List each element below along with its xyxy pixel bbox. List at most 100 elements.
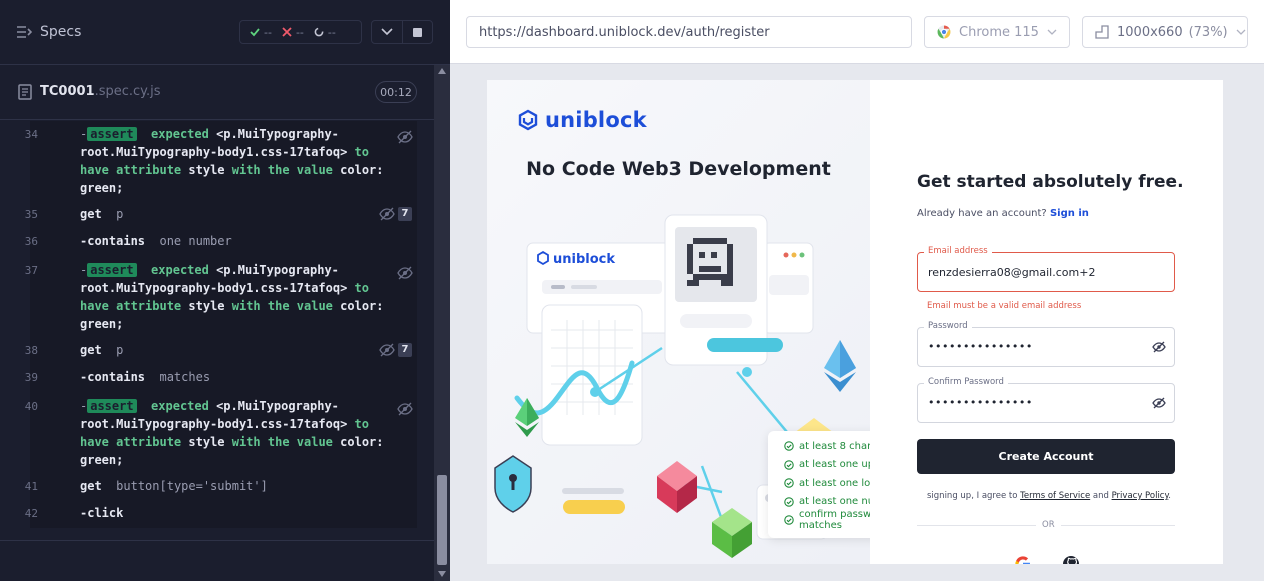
expected-word: expected (151, 127, 209, 141)
spec-file-row[interactable]: TC0001.spec.cy.js 00:12 (0, 66, 434, 120)
check-circle-icon (784, 441, 794, 451)
spec-file-name: TC0001.spec.cy.js (40, 84, 161, 99)
stop-icon (412, 27, 422, 37)
command-text: -contains matches (80, 368, 395, 386)
command-row[interactable]: 35 get p 7 (25, 205, 417, 225)
email-field[interactable]: Email address renzdesierra08@gmail.com+2 (917, 246, 1175, 292)
specs-header: Specs -- -- -- (0, 0, 450, 65)
command-number: 41 (24, 480, 38, 493)
command-row[interactable]: 40 - assert expected <p.MuiTypography-roo… (25, 396, 417, 472)
cypress-runner: Specs -- -- -- TC0001.spec.cy.js 00:12 3… (0, 0, 450, 581)
cross-icon (282, 27, 292, 37)
github-icon[interactable] (1062, 555, 1080, 564)
eye-slash-icon[interactable] (397, 130, 413, 144)
stop-button[interactable] (401, 21, 432, 43)
privacy-policy-link[interactable]: Privacy Policy (1112, 491, 1169, 501)
count-badge: 7 (398, 343, 412, 357)
browser-selector[interactable]: Chrome 115 (924, 16, 1070, 48)
command-number: 40 (24, 400, 38, 413)
command-number: 37 (24, 264, 38, 277)
command-arg: p (116, 207, 124, 221)
email-error: Email must be a valid email address (927, 301, 1082, 311)
command-text: - assert expected <p.MuiTypography-root.M… (80, 397, 395, 469)
assert-tag: assert (87, 399, 137, 413)
command-row[interactable]: 36 -contains one number (25, 232, 417, 252)
chevron-down-icon (1047, 29, 1057, 35)
command-text: get p (80, 341, 395, 359)
uniblock-cube-icon (518, 109, 538, 131)
duration-badge: 00:12 (375, 81, 417, 103)
chrome-icon (937, 25, 951, 39)
eye-slash-icon[interactable] (397, 266, 413, 280)
command-text: -click (80, 504, 395, 522)
url-bar[interactable]: https://dashboard.uniblock.dev/auth/regi… (466, 16, 912, 48)
confirm-password-value[interactable]: ••••••••••••••• (928, 396, 1033, 409)
signin-link[interactable]: Sign in (1050, 208, 1089, 219)
google-icon[interactable] (1014, 555, 1032, 564)
command-row[interactable]: 39 -contains matches (25, 368, 417, 388)
command-row[interactable]: 42 -click (25, 504, 417, 524)
password-label: Password (924, 321, 972, 331)
viewport-selector[interactable]: 1000x660 (73%) (1082, 16, 1248, 48)
hero-panel: uniblock No Code Web3 Development uniblo… (487, 80, 870, 564)
scroll-thumb[interactable] (437, 475, 447, 565)
pending-stat: -- (314, 26, 336, 39)
chevron-down-icon (1236, 29, 1246, 35)
specs-title[interactable]: Specs (40, 24, 81, 40)
create-account-button[interactable]: Create Account (917, 439, 1175, 474)
command-row[interactable]: 37 - assert expected <p.MuiTypography-roo… (25, 260, 417, 336)
eye-slash-icon[interactable] (379, 207, 395, 221)
email-value[interactable]: renzdesierra08@gmail.com+2 (928, 266, 1095, 279)
eye-slash-icon[interactable] (397, 402, 413, 416)
document-icon (18, 84, 32, 100)
command-arg: matches (159, 370, 211, 384)
requirement-text: at least 8 characters (799, 440, 870, 452)
command-text: - assert expected <p.MuiTypography-root.M… (80, 125, 395, 197)
command-log-scrollbar[interactable] (434, 65, 450, 581)
scroll-down-arrow-icon[interactable] (438, 571, 446, 577)
requirement-item: confirm password matches (784, 509, 870, 532)
with-word: with the value (231, 435, 333, 449)
attr-name: style (188, 163, 225, 177)
requirement-text: confirm password matches (799, 509, 870, 532)
password-value[interactable]: ••••••••••••••• (928, 340, 1033, 353)
confirm-password-field[interactable]: Confirm Password ••••••••••••••• (917, 377, 1175, 423)
command-number: 42 (24, 507, 38, 520)
collapse-button[interactable] (372, 21, 402, 43)
command-name: get (80, 343, 102, 357)
command-name: get (80, 479, 102, 493)
attr-name: style (188, 435, 225, 449)
command-row[interactable]: 41 get button[type='submit'] (25, 477, 417, 497)
test-stats: -- -- -- (239, 20, 362, 44)
requirement-item: at least 8 characters (784, 437, 870, 456)
terms-of-service-link[interactable]: Terms of Service (1020, 491, 1090, 501)
have-word: have attribute (80, 435, 182, 449)
scroll-up-arrow-icon[interactable] (438, 68, 446, 74)
with-word: with the value (231, 163, 333, 177)
terms-prefix: signing up, I agree to (927, 491, 1018, 501)
command-row[interactable]: 34 - assert expected <p.MuiTypography-roo… (25, 124, 417, 200)
terms-text: signing up, I agree to Terms of Service … (927, 491, 1185, 501)
command-row[interactable]: 38 get p 7 (25, 341, 417, 361)
chevron-down-icon (381, 28, 393, 36)
command-name: -click (80, 506, 124, 520)
eye-slash-icon[interactable] (379, 343, 395, 357)
confirm-password-label: Confirm Password (924, 377, 1008, 387)
eye-slash-icon[interactable] (1152, 341, 1166, 353)
command-arg: one number (159, 234, 232, 248)
passed-count: -- (264, 25, 272, 39)
command-number: 36 (24, 235, 38, 248)
specs-list-icon[interactable] (16, 24, 32, 40)
command-text: get p (80, 205, 395, 223)
command-arg: p (116, 343, 124, 357)
command-log: 34 - assert expected <p.MuiTypography-roo… (25, 121, 417, 528)
requirement-item: at least one uppercase (784, 456, 870, 475)
check-circle-icon (784, 460, 794, 470)
requirement-text: at least one uppercase (799, 459, 870, 471)
signin-text: Already have an account? (917, 208, 1047, 219)
viewport-scale: (73%) (1188, 24, 1228, 40)
uniblock-logo[interactable]: uniblock (517, 108, 647, 132)
password-field[interactable]: Password ••••••••••••••• (917, 321, 1175, 367)
eye-slash-icon[interactable] (1152, 397, 1166, 409)
to-word: to (354, 281, 369, 295)
